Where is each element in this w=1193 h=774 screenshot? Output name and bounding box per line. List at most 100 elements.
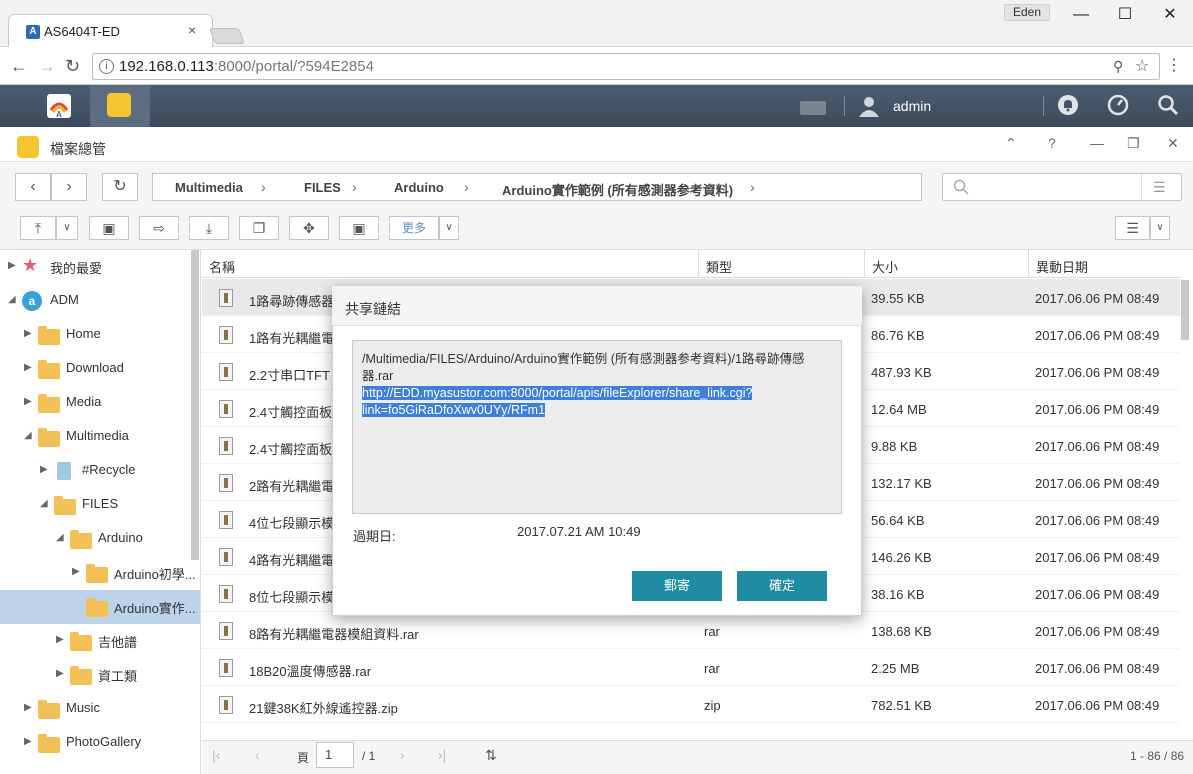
collapsed-arrow-icon[interactable]: ▶ bbox=[24, 362, 32, 373]
refresh-icon[interactable]: ⇅ bbox=[485, 747, 497, 764]
page-number-input[interactable]: 1 bbox=[316, 742, 354, 768]
first-page-icon[interactable]: |‹ bbox=[212, 747, 220, 763]
keyboard-icon[interactable] bbox=[800, 101, 826, 115]
notification-bell-icon[interactable] bbox=[1057, 94, 1079, 116]
expanded-arrow-icon[interactable]: ◢ bbox=[56, 532, 64, 543]
breadcrumb-item[interactable]: Arduino bbox=[394, 180, 444, 195]
user-avatar-icon[interactable] bbox=[858, 95, 880, 117]
move-icon[interactable]: ✥ bbox=[289, 216, 329, 240]
list-view-icon[interactable]: ☰ bbox=[1115, 216, 1150, 240]
expanded-arrow-icon[interactable]: ◢ bbox=[8, 294, 16, 305]
collapsed-arrow-icon[interactable]: ▶ bbox=[24, 396, 32, 407]
dashboard-gauge-icon[interactable] bbox=[1107, 94, 1129, 116]
upload-icon[interactable]: ⤒ bbox=[20, 216, 56, 240]
file-row[interactable]: 21鍵38K紅外線遙控器.zip zip 782.51 KB 2017.06.06 P… bbox=[202, 686, 1180, 723]
file-row[interactable]: 8路有光耦繼電器模組資料.rar rar 138.68 KB 2017.06.06 P… bbox=[202, 612, 1180, 649]
file-date: 2017.06.06 PM 08:49 bbox=[1035, 661, 1160, 676]
collapsed-arrow-icon[interactable]: ▶ bbox=[56, 634, 64, 645]
collapsed-arrow-icon[interactable]: ▶ bbox=[72, 566, 80, 577]
window-close-button[interactable]: ✕ bbox=[1148, 2, 1192, 28]
next-page-icon[interactable]: › bbox=[400, 747, 405, 763]
expanded-arrow-icon[interactable]: ◢ bbox=[40, 498, 48, 509]
column-header-date[interactable]: 異動日期 bbox=[1036, 257, 1088, 276]
restore-icon[interactable]: ❐ bbox=[1127, 135, 1140, 152]
breadcrumb-item[interactable]: FILES bbox=[304, 180, 341, 195]
tab-close-icon[interactable]: × bbox=[188, 22, 196, 38]
bookmark-star-icon[interactable]: ☆ bbox=[1135, 56, 1149, 76]
minimize-icon[interactable]: — bbox=[1090, 135, 1104, 151]
tree-node[interactable]: ▶ #Recycle bbox=[0, 454, 200, 488]
tree-node[interactable]: Arduino實作... bbox=[0, 590, 200, 624]
file-list-scrollbar[interactable] bbox=[1181, 280, 1189, 340]
copy-icon[interactable]: ❐ bbox=[239, 216, 279, 240]
column-header-type[interactable]: 類型 bbox=[706, 257, 732, 276]
last-page-icon[interactable]: ›| bbox=[438, 747, 446, 763]
collapsed-arrow-icon[interactable]: ▶ bbox=[56, 668, 64, 679]
collapsed-arrow-icon[interactable]: ▶ bbox=[24, 328, 32, 339]
refresh-button[interactable]: ↻ bbox=[102, 173, 138, 201]
close-icon[interactable]: ✕ bbox=[1167, 135, 1179, 152]
tree-node-label: PhotoGallery bbox=[66, 734, 142, 749]
browser-menu-icon[interactable]: ⋮ bbox=[1166, 55, 1182, 75]
tree-node[interactable]: ◢ Multimedia bbox=[0, 420, 200, 454]
more-button[interactable]: 更多 bbox=[389, 216, 439, 240]
column-header-size[interactable]: 大小 bbox=[872, 257, 898, 276]
tree-node[interactable]: ▶ ★ 我的最愛 bbox=[0, 250, 200, 284]
reload-icon[interactable]: ↻ bbox=[65, 56, 80, 77]
minimize-button[interactable]: — bbox=[1059, 2, 1103, 28]
help-icon[interactable]: ? bbox=[1048, 135, 1056, 151]
filter-icon[interactable]: ☰ bbox=[1153, 179, 1166, 196]
collapse-icon[interactable]: ⌃ bbox=[1005, 135, 1017, 152]
collapsed-arrow-icon[interactable]: ▶ bbox=[24, 736, 32, 747]
view-dropdown-chevron-icon[interactable]: ∨ bbox=[1150, 216, 1170, 240]
folder-icon bbox=[38, 326, 60, 345]
search-input[interactable] bbox=[942, 173, 1182, 201]
breadcrumb-item[interactable]: Multimedia bbox=[175, 180, 243, 195]
collapsed-arrow-icon[interactable]: ▶ bbox=[24, 702, 32, 713]
column-header-name[interactable]: 名稱 bbox=[209, 257, 235, 276]
back-button[interactable]: ‹ bbox=[15, 173, 51, 201]
tree-node[interactable]: ▶ Media bbox=[0, 386, 200, 420]
back-arrow-icon[interactable]: ← bbox=[10, 56, 28, 77]
share-link-textarea[interactable]: /Multimedia/FILES/Arduino/Arduino實作範例 (所… bbox=[352, 340, 842, 514]
url-text[interactable]: 192.168.0.113:8000/portal/?594E2854 bbox=[119, 58, 374, 75]
move-to-folder-icon[interactable]: ⇨ bbox=[139, 216, 179, 240]
email-button[interactable]: 郵寄 bbox=[632, 571, 722, 601]
username[interactable]: admin bbox=[893, 98, 931, 114]
download-icon[interactable]: ⤓ bbox=[189, 216, 229, 240]
tree-node[interactable]: ◢ a ADM bbox=[0, 284, 200, 318]
search-icon[interactable] bbox=[1157, 94, 1179, 116]
select-all-icon[interactable]: ▣ bbox=[339, 216, 379, 240]
maximize-button[interactable]: ☐ bbox=[1103, 2, 1147, 28]
tree-node[interactable]: ▶ 吉他譜 bbox=[0, 624, 200, 658]
expanded-arrow-icon[interactable]: ◢ bbox=[24, 430, 32, 441]
more-dropdown-chevron-icon[interactable]: ∨ bbox=[439, 216, 459, 240]
adm-home-icon[interactable]: A bbox=[45, 90, 73, 120]
forward-button[interactable]: › bbox=[51, 173, 87, 201]
key-icon[interactable]: ⚲ bbox=[1113, 58, 1123, 75]
collapsed-arrow-icon[interactable]: ▶ bbox=[8, 260, 16, 271]
tree-node[interactable]: ◢ Arduino bbox=[0, 522, 200, 556]
confirm-button[interactable]: 確定 bbox=[737, 571, 827, 601]
new-folder-icon[interactable]: ▣ bbox=[89, 216, 129, 240]
breadcrumb-item[interactable]: Arduino實作範例 (所有感測器参考資料) bbox=[502, 180, 733, 199]
upload-dropdown-chevron-icon[interactable]: ∨ bbox=[56, 216, 78, 240]
tree-node[interactable]: ▶ PhotoGallery bbox=[0, 726, 200, 760]
divider bbox=[1141, 174, 1142, 200]
info-icon[interactable]: i bbox=[99, 59, 114, 74]
prev-page-icon[interactable]: ‹ bbox=[255, 747, 260, 763]
file-row[interactable]: 18B20溫度傳感器.rar rar 2.25 MB 2017.06.06 PM 08… bbox=[202, 649, 1180, 686]
tree-scrollbar[interactable] bbox=[191, 250, 199, 560]
tree-node[interactable]: ◢ FILES bbox=[0, 488, 200, 522]
share-link-url[interactable]: http://EDD.myasustor.com:8000/portal/api… bbox=[362, 386, 753, 417]
collapsed-arrow-icon[interactable]: ▶ bbox=[40, 464, 48, 475]
tree-node[interactable]: ▶ Music bbox=[0, 692, 200, 726]
tree-node[interactable]: ▶ Download bbox=[0, 352, 200, 386]
tree-node[interactable]: ▶ 資工類 bbox=[0, 658, 200, 692]
tree-node[interactable]: ▶ Arduino初學... bbox=[0, 556, 200, 590]
url-path: :8000/portal/?594E2854 bbox=[213, 58, 374, 75]
profile-badge[interactable]: Eden bbox=[1004, 4, 1050, 21]
tree-node[interactable]: ▶ Home bbox=[0, 318, 200, 352]
new-tab-button[interactable] bbox=[209, 28, 245, 44]
forward-arrow-icon[interactable]: → bbox=[38, 56, 56, 77]
